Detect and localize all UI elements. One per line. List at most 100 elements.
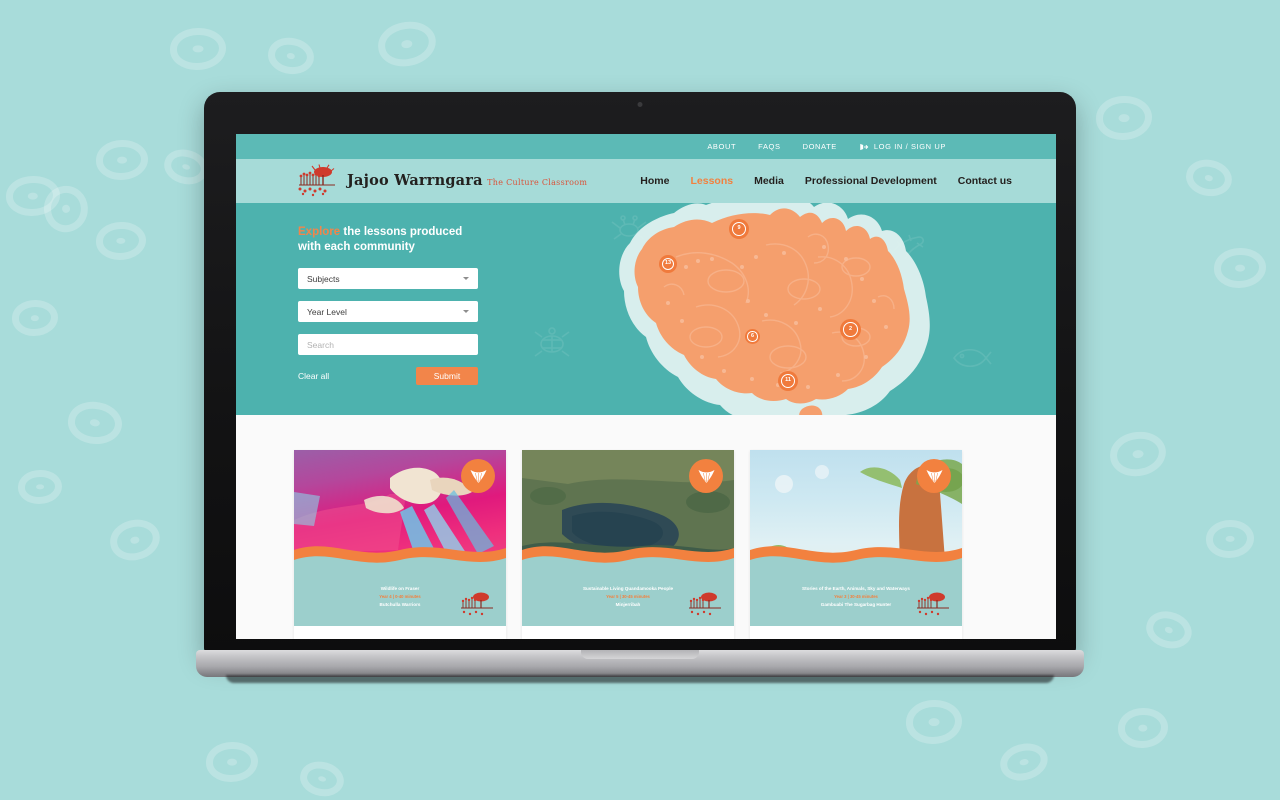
map-marker[interactable]: 9 — [729, 219, 749, 239]
logo-artwork-icon — [298, 164, 335, 197]
lesson-card-badge[interactable] — [689, 459, 723, 493]
map-marker-ring: 2 — [843, 322, 858, 337]
site-title: Jajoo Warrngara — [347, 172, 483, 189]
map-marker[interactable]: 11 — [778, 371, 798, 391]
year-level-select[interactable]: Year Level — [298, 301, 478, 323]
card-logo-icon — [461, 592, 493, 616]
decor-blob — [375, 18, 439, 70]
filter-actions: Clear all Submit — [298, 367, 478, 386]
lesson-card-artwork — [750, 450, 962, 582]
map-marker-ring: 6 — [747, 331, 758, 342]
card-wave-divider — [750, 546, 962, 582]
clear-all-link[interactable]: Clear all — [298, 371, 329, 381]
chevron-down-icon — [463, 310, 469, 314]
site-logo[interactable]: Jajoo Warrngara The Culture Classroom — [296, 164, 587, 198]
nav-item-professional-development[interactable]: Professional Development — [805, 175, 937, 187]
chevron-down-icon — [463, 277, 469, 281]
lesson-card-footer: Stories of the Earth, Animals, Sky and W… — [750, 582, 962, 626]
map-marker-ring: 9 — [732, 222, 746, 236]
hero-section: Explore the lessons produced with each c… — [236, 203, 1056, 415]
decor-blob — [1182, 154, 1236, 202]
fan-leaf-icon — [926, 469, 942, 483]
lesson-card-artwork — [522, 450, 734, 582]
decor-blob — [96, 222, 146, 260]
login-signup-label: LOG IN / SIGN UP — [873, 142, 946, 151]
nav-item-home[interactable]: Home — [640, 175, 669, 187]
submit-button[interactable]: Submit — [416, 367, 478, 386]
login-arrow-icon — [860, 143, 869, 150]
card-wave-divider — [522, 546, 734, 582]
search-input-placeholder: Search — [307, 339, 334, 350]
card-wave-divider — [294, 546, 506, 582]
filter-heading: Explore the lessons produced with each c… — [298, 225, 473, 255]
utility-link-about[interactable]: ABOUT — [707, 142, 736, 151]
lesson-card-badge[interactable] — [461, 459, 495, 493]
utility-bar: ABOUT FAQs DONATE LOG IN / SIGN UP — [236, 134, 1056, 159]
decor-blob — [1096, 96, 1152, 140]
australia-map-icon — [619, 203, 930, 415]
lesson-card[interactable]: Wildlife on Fraser Year 4 | 0-40 minutes… — [294, 450, 506, 639]
laptop-lid: ABOUT FAQs DONATE LOG IN / SIGN UP — [204, 92, 1076, 654]
community-map[interactable]: 9 13 2 6 11 — [546, 203, 1056, 415]
decor-blob — [1214, 248, 1266, 288]
laptop-base-shadow — [226, 675, 1054, 683]
decor-blob — [996, 739, 1052, 785]
map-marker-ring: 13 — [661, 257, 675, 271]
map-marker-count: 9 — [737, 225, 741, 232]
map-marker[interactable]: 2 — [840, 319, 861, 340]
decor-blob — [1107, 429, 1169, 479]
search-field[interactable]: Search — [298, 334, 478, 356]
map-marker-count: 13 — [664, 260, 672, 267]
decor-blob — [264, 33, 318, 79]
webcam-icon — [637, 102, 643, 107]
lesson-card-footer: Wildlife on Fraser Year 4 | 0-40 minutes… — [294, 582, 506, 626]
subjects-select[interactable]: Subjects — [298, 268, 478, 290]
laptop-mockup: ABOUT FAQs DONATE LOG IN / SIGN UP — [196, 92, 1084, 683]
decor-blob — [170, 28, 226, 70]
card-logo-icon — [689, 592, 721, 616]
map-marker-count: 6 — [750, 332, 755, 339]
decor-blob — [18, 470, 62, 504]
login-signup-link[interactable]: LOG IN / SIGN UP — [859, 142, 946, 152]
nav-item-contact-us[interactable]: Contact us — [958, 175, 1012, 187]
fan-leaf-icon — [698, 469, 714, 483]
lesson-filter-panel: Explore the lessons produced with each c… — [236, 203, 546, 415]
main-navbar: Jajoo Warrngara The Culture Classroom Ho… — [236, 159, 1056, 203]
lesson-card-badge[interactable] — [917, 459, 951, 493]
nav-links: Home Lessons Media Professional Developm… — [640, 175, 1012, 187]
decor-blob — [296, 756, 348, 800]
lesson-card[interactable]: Stories of the Earth, Animals, Sky and W… — [750, 450, 962, 639]
decor-blob — [96, 140, 148, 180]
utility-link-faqs[interactable]: FAQs — [758, 142, 780, 151]
browser-screen: ABOUT FAQs DONATE LOG IN / SIGN UP — [236, 134, 1056, 639]
filter-heading-accent: Explore — [298, 226, 341, 238]
decor-blob — [906, 700, 962, 744]
map-marker-ring: 11 — [781, 374, 795, 388]
card-logo-icon — [917, 592, 949, 616]
map-marker[interactable]: 6 — [745, 329, 760, 344]
decor-blob — [1206, 520, 1254, 558]
decor-blob — [1141, 605, 1197, 655]
year-level-select-value: Year Level — [307, 306, 347, 317]
decor-blob — [206, 742, 258, 782]
decor-blob — [1118, 708, 1168, 748]
decor-blob — [64, 397, 126, 449]
map-marker-count: 2 — [848, 325, 853, 332]
nav-item-media[interactable]: Media — [754, 175, 784, 187]
site-tagline: The Culture Classroom — [487, 178, 588, 187]
logo-wordmark: Jajoo Warrngara The Culture Classroom — [347, 173, 587, 189]
nav-item-lessons[interactable]: Lessons — [690, 175, 733, 187]
lesson-card-footer: Sustainable Living Quandamooka People Ye… — [522, 582, 734, 626]
map-marker-count: 11 — [785, 377, 791, 384]
utility-link-donate[interactable]: DONATE — [803, 142, 837, 151]
fan-leaf-icon — [470, 469, 486, 483]
decor-blob — [106, 515, 164, 565]
lesson-card[interactable]: Sustainable Living Quandamooka People Ye… — [522, 450, 734, 639]
subjects-select-value: Subjects — [307, 273, 340, 284]
laptop-base-notch — [581, 650, 699, 659]
decor-blob — [12, 300, 58, 336]
map-marker[interactable]: 13 — [659, 255, 677, 273]
laptop-base — [196, 650, 1084, 677]
lesson-card-artwork — [294, 450, 506, 582]
lesson-results-grid: Wildlife on Fraser Year 4 | 0-40 minutes… — [236, 415, 1056, 639]
